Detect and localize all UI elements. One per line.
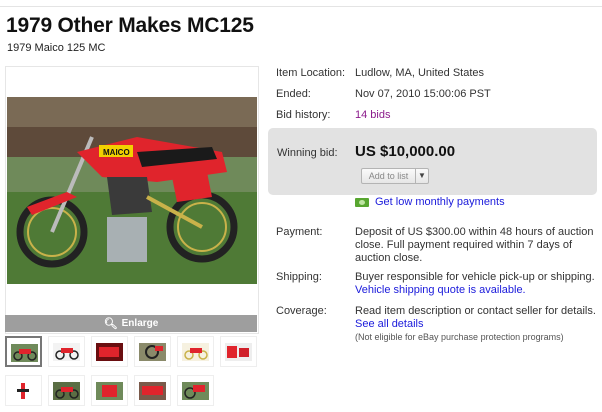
- item-location-label: Item Location:: [276, 67, 346, 79]
- coverage-value: Read item description or contact seller …: [355, 305, 596, 344]
- thumbnail-2[interactable]: [48, 336, 85, 367]
- coverage-label: Coverage:: [276, 305, 327, 317]
- payment-label: Payment:: [276, 226, 323, 238]
- payment-line-1: Deposit of US $300.00 within 48 hours of…: [355, 226, 594, 238]
- payment-line-3: auction close.: [355, 252, 423, 264]
- money-icon: [355, 197, 369, 207]
- ended-label: Ended:: [276, 88, 311, 100]
- thumbnail-1[interactable]: [5, 336, 42, 367]
- item-location-value: Ludlow, MA, United States: [355, 67, 485, 79]
- shipping-value: Buyer responsible for vehicle pick-up or…: [355, 271, 595, 297]
- page-subtitle: 1979 Maico 125 MC: [7, 42, 106, 54]
- bid-history-link[interactable]: 14 bids: [355, 109, 390, 122]
- add-to-list-label: Add to list: [362, 169, 416, 183]
- enlarge-label: Enlarge: [121, 318, 159, 329]
- shipping-quote-link[interactable]: Vehicle shipping quote is available.: [355, 284, 595, 297]
- thumbnail-8[interactable]: [48, 375, 85, 406]
- winning-bid-price: US $10,000.00: [355, 143, 456, 160]
- magnifier-icon: 🔍︎: [103, 318, 118, 330]
- thumbnail-11[interactable]: [177, 375, 214, 406]
- top-divider: [0, 0, 602, 7]
- see-all-details-link[interactable]: See all details: [355, 318, 596, 331]
- shipping-label: Shipping:: [276, 271, 322, 283]
- thumbnail-7[interactable]: [5, 375, 42, 406]
- thumbnail-9[interactable]: [91, 375, 128, 406]
- payment-line-2: close. Full payment required within 7 da…: [355, 239, 573, 251]
- chevron-down-icon[interactable]: ▼: [416, 169, 428, 183]
- bid-history-label: Bid history:: [276, 109, 331, 121]
- monthly-payments: Get low monthly payments: [355, 196, 505, 208]
- monthly-payments-link[interactable]: Get low monthly payments: [375, 196, 505, 208]
- coverage-note: (Not eligible for eBay purchase protecti…: [355, 332, 564, 342]
- winning-bid-label: Winning bid:: [277, 147, 338, 159]
- payment-value: Deposit of US $300.00 within 48 hours of…: [355, 226, 593, 265]
- coverage-line-1: Read item description or contact seller …: [355, 305, 596, 317]
- main-photo[interactable]: MAICO: [7, 97, 257, 284]
- main-photo-frame: MAICO: [5, 66, 259, 334]
- shipping-line-1: Buyer responsible for vehicle pick-up or…: [355, 271, 595, 283]
- winning-bid-box: Winning bid: US $10,000.00 Add to list ▼: [268, 128, 597, 195]
- svg-text:MAICO: MAICO: [103, 148, 130, 157]
- thumbnail-4[interactable]: [134, 336, 171, 367]
- page-title: 1979 Other Makes MC125: [6, 14, 254, 37]
- enlarge-button[interactable]: 🔍︎ Enlarge: [5, 315, 257, 332]
- thumbnail-3[interactable]: [91, 336, 128, 367]
- ended-value: Nov 07, 2010 15:00:06 PST: [355, 88, 491, 100]
- add-to-list-button[interactable]: Add to list ▼: [361, 168, 429, 184]
- thumbnail-6[interactable]: [220, 336, 257, 367]
- thumbnail-5[interactable]: [177, 336, 214, 367]
- thumbnail-10[interactable]: [134, 375, 171, 406]
